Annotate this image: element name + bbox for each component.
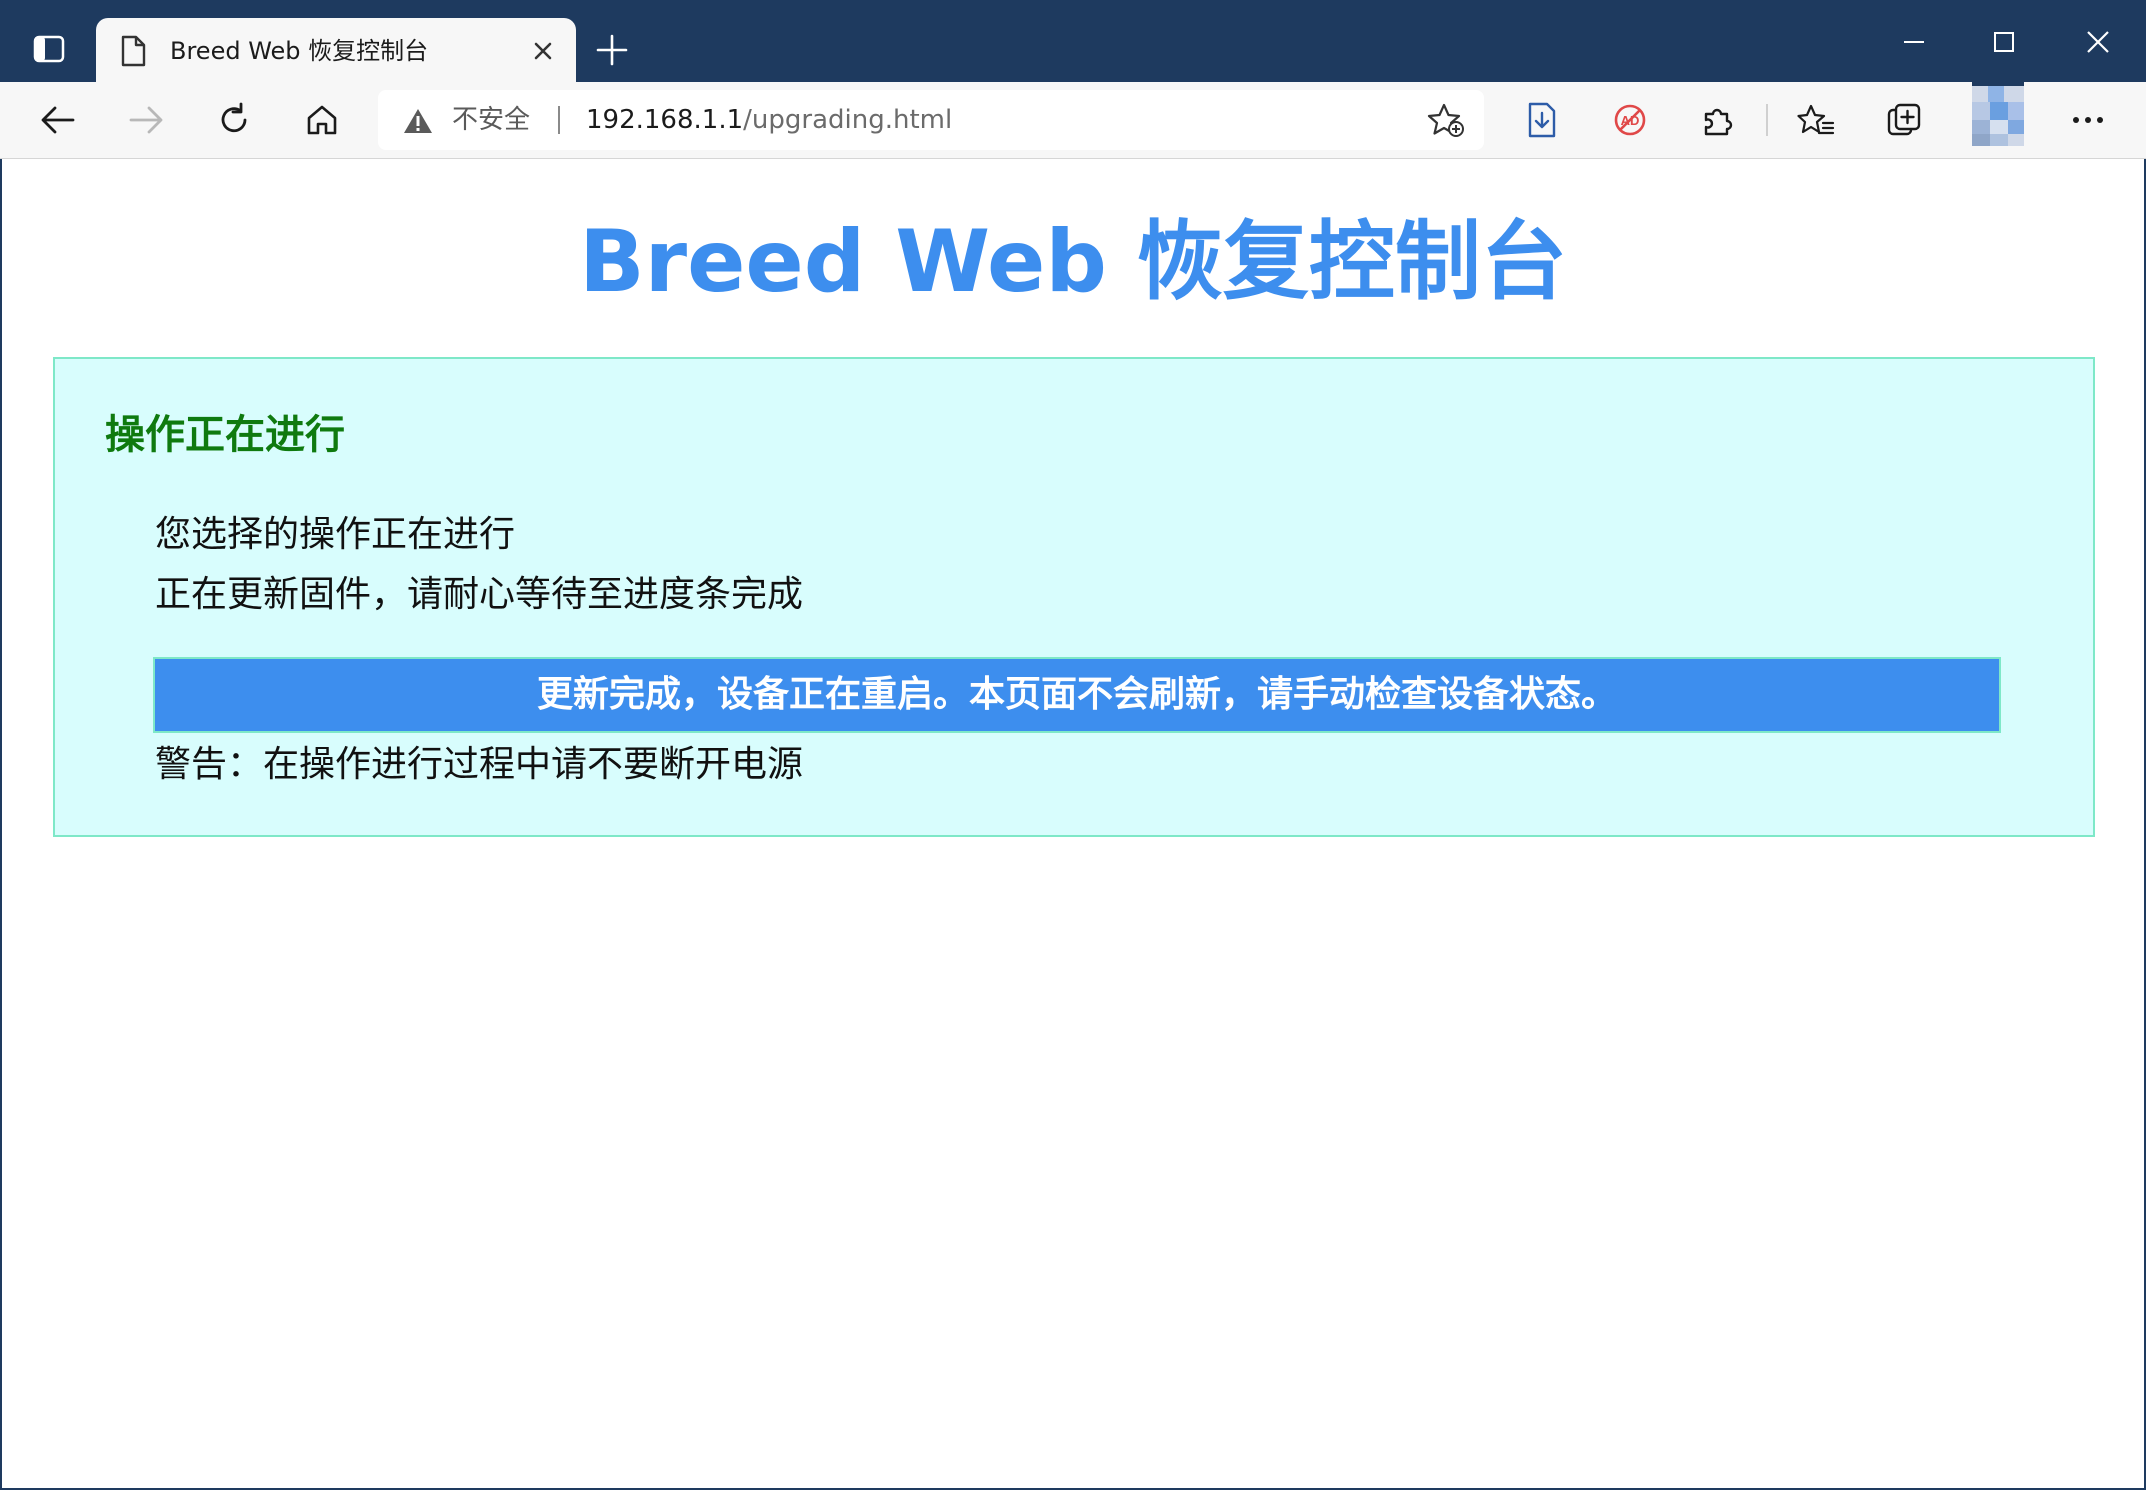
close-icon [2087, 31, 2109, 53]
url-path: /upgrading.html [743, 105, 953, 135]
page-content: Breed Web 恢复控制台 操作正在进行 您选择的操作正在进行 正在更新固件… [2, 159, 2144, 1488]
browser-tab-active[interactable]: Breed Web 恢复控制台 [96, 18, 576, 84]
tab-actions-icon [33, 35, 65, 63]
warning-text: 警告：在操作进行过程中请不要断开电源 [155, 744, 804, 785]
toolbar-divider [1766, 104, 1768, 136]
adblock-icon: AD [1614, 104, 1646, 136]
extensions-button[interactable] [1692, 96, 1744, 144]
more-icon [2073, 117, 2103, 123]
collections-icon [1887, 103, 1921, 136]
url-text[interactable]: 192.168.1.1/upgrading.html [586, 102, 952, 138]
refresh-icon [221, 102, 247, 133]
operation-panel: 操作正在进行 您选择的操作正在进行 正在更新固件，请耐心等待至进度条完成 更新完… [53, 357, 2095, 837]
more-button[interactable] [2062, 96, 2114, 144]
forward-icon [129, 106, 163, 134]
address-bar[interactable]: 不安全 192.168.1.1/upgrading.html [378, 90, 1484, 150]
new-tab-icon[interactable] [592, 30, 632, 70]
close-tab-icon[interactable] [528, 36, 558, 66]
progress-bar: 更新完成，设备正在重启。本页面不会刷新，请手动检查设备状态。 [153, 657, 2001, 733]
maximize-icon [1994, 32, 2014, 52]
progress-text: 更新完成，设备正在重启。本页面不会刷新，请手动检查设备状态。 [536, 674, 1617, 715]
security-label[interactable]: 不安全 [452, 102, 530, 138]
forward-button[interactable] [120, 96, 172, 144]
page-icon [121, 35, 146, 67]
maximize-button[interactable] [1980, 18, 2028, 66]
download-extension-icon [1528, 102, 1556, 138]
address-separator [558, 106, 560, 134]
back-button[interactable] [32, 96, 84, 144]
svg-text:AD: AD [1621, 113, 1640, 128]
add-favorite-icon[interactable] [1426, 102, 1466, 138]
page-heading: Breed Web 恢复控制台 [579, 212, 1567, 312]
tab-title: Breed Web 恢复控制台 [170, 37, 429, 65]
tab-actions-button[interactable] [18, 26, 80, 72]
refresh-button[interactable] [208, 96, 260, 144]
back-icon [41, 106, 75, 134]
collections-button[interactable] [1878, 96, 1930, 144]
status-line: 您选择的操作正在进行 [155, 514, 516, 555]
adblock-button[interactable]: AD [1604, 96, 1656, 144]
profile-avatar[interactable] [1972, 82, 2024, 146]
close-window-button[interactable] [2074, 18, 2122, 66]
favorites-button[interactable] [1790, 96, 1842, 144]
home-icon [307, 105, 337, 135]
browser-toolbar: 不安全 192.168.1.1/upgrading.html AD [0, 82, 2146, 159]
url-host: 192.168.1.1 [586, 105, 744, 135]
extensions-icon [1704, 108, 1733, 136]
home-button[interactable] [296, 96, 348, 144]
panel-title: 操作正在进行 [105, 412, 345, 458]
download-extension-button[interactable] [1516, 96, 1568, 144]
instruction-line: 正在更新固件，请耐心等待至进度条完成 [155, 574, 804, 615]
warning-icon[interactable] [402, 107, 434, 135]
minimize-button[interactable] [1890, 18, 1938, 66]
title-bar: Breed Web 恢复控制台 [0, 0, 2146, 84]
minimize-icon [1904, 41, 1924, 43]
favorites-icon [1797, 104, 1835, 135]
